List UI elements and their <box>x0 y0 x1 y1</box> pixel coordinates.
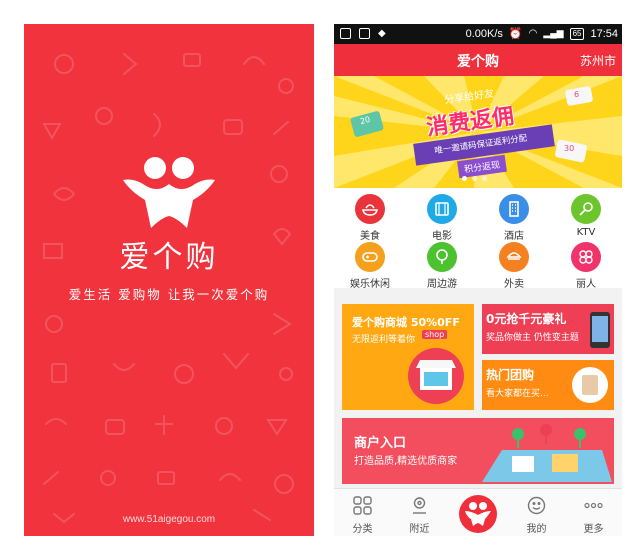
splash-app-name: 爱个购 <box>119 240 219 275</box>
promo-group-title: 热门团购 <box>486 368 535 382</box>
promo-banner[interactable]: 分享给好友 消费返佣 唯一邀请码保证返利分配 积分返现 20 30 6 <box>334 76 622 188</box>
category-label: 丽人 <box>576 279 596 290</box>
splash-screen: 爱个购 爱生活 爱购物 让我一次爱个购 www.51aigegou.com <box>24 24 314 536</box>
banner-tag-top-right: 6 <box>574 90 580 99</box>
home-screen: ◆ 0.00K/s ⏰ ◠ ▂▄▆ 65 17:54 爱个购 苏州市 分享给好友… <box>334 24 622 536</box>
film-icon <box>435 202 449 216</box>
network-speed: 0.00K/s <box>465 27 503 40</box>
map-illustration <box>482 424 612 482</box>
product-illustration <box>572 367 608 403</box>
qr-notification-icon <box>359 28 370 39</box>
category-takeaway[interactable]: 外卖 <box>478 240 550 290</box>
splash-slogan: 爱生活 爱购物 让我一次爱个购 <box>68 287 270 302</box>
splash-url: www.51aigegou.com <box>122 514 216 525</box>
grid-icon <box>353 496 372 515</box>
signal-notification-icon: ◆ <box>378 28 386 39</box>
category-label: KTV <box>576 227 596 238</box>
app-title: 爱个购 <box>457 54 499 70</box>
category-travel[interactable]: 周边游 <box>406 240 478 290</box>
logo-icon <box>465 502 491 526</box>
category-beauty[interactable]: 丽人 <box>550 240 622 290</box>
image-notification-icon <box>340 28 351 39</box>
food-icon <box>362 204 378 216</box>
promo-area: 爱个购商城 50%0FF 无限返利等着你 shop 0元抢千元豪礼 奖品你做主 … <box>334 296 622 484</box>
promo-group-card[interactable]: 热门团购 看大家都在买... <box>482 360 614 410</box>
status-bar: ◆ 0.00K/s ⏰ ◠ ▂▄▆ 65 17:54 <box>334 24 622 44</box>
promo-merchant-subtitle: 打造品质,精选优质商家 <box>354 456 458 467</box>
promo-mall-card[interactable]: 爱个购商城 50%0FF 无限返利等着你 shop <box>342 304 474 410</box>
cell-signal-icon: ▂▄▆ <box>543 28 564 38</box>
nav-home-logo[interactable] <box>459 495 497 533</box>
nav-label: 我的 <box>526 524 547 535</box>
category-entertainment[interactable]: 娱乐休闲 <box>334 240 406 290</box>
nav-category[interactable]: 分类 <box>334 489 391 536</box>
gamepad-icon <box>362 252 378 262</box>
promo-zero-subtitle: 奖品你做主 仍性变主题 <box>486 333 579 343</box>
banner-tag-right: 30 <box>564 144 575 153</box>
microphone-icon <box>579 202 593 216</box>
category-hotel[interactable]: 酒店 <box>478 192 550 242</box>
battery-level: 65 <box>569 27 585 40</box>
promo-group-subtitle: 看大家都在买... <box>486 389 549 399</box>
app-bar: 爱个购 苏州市 <box>334 44 622 76</box>
banner-pager <box>462 176 487 181</box>
category-label: 周边游 <box>427 279 457 290</box>
banner-dot[interactable] <box>482 176 487 181</box>
nav-label: 分类 <box>352 524 373 535</box>
alarm-icon: ⏰ <box>508 28 523 40</box>
promo-merchant-card[interactable]: 商户入口 打造品质,精选优质商家 <box>342 418 614 484</box>
promo-mall-title: 爱个购商城 50%0FF <box>352 316 460 329</box>
hotel-icon <box>509 201 519 217</box>
bottom-nav: 分类 附近 我的 更多 <box>334 488 622 536</box>
shop-badge: shop <box>422 330 448 339</box>
location-icon <box>413 497 426 514</box>
tree-icon <box>436 249 448 264</box>
nav-nearby[interactable]: 附近 <box>391 489 448 536</box>
app-logo-icon <box>123 157 215 228</box>
city-selector[interactable]: 苏州市 <box>580 52 616 69</box>
nav-label: 更多 <box>583 524 604 535</box>
banner-dot[interactable] <box>472 176 477 181</box>
promo-merchant-title: 商户入口 <box>354 436 407 451</box>
promo-zero-title: 0元抢千元豪礼 <box>486 312 567 326</box>
nav-label: 附近 <box>409 524 430 535</box>
promo-zero-card[interactable]: 0元抢千元豪礼 奖品你做主 仍性变主题 <box>482 304 614 354</box>
clock: 17:54 <box>590 27 618 40</box>
shop-illustration <box>408 348 464 404</box>
category-film[interactable]: 电影 <box>406 192 478 242</box>
beauty-icon <box>579 250 593 264</box>
more-dots-icon <box>584 502 603 509</box>
category-grid: 美食 电影 酒店 KTV 娱乐休闲 周边游 外卖 丽人 <box>334 188 622 290</box>
category-label: 外卖 <box>504 279 524 290</box>
takeaway-icon <box>506 252 522 260</box>
doodle-pattern <box>42 53 294 524</box>
banner-dot[interactable] <box>462 176 467 181</box>
phone-illustration <box>590 312 610 348</box>
category-ktv[interactable]: KTV <box>550 192 622 240</box>
nav-more[interactable]: 更多 <box>565 489 622 536</box>
smiley-icon <box>527 496 546 515</box>
wifi-icon: ◠ <box>528 28 538 39</box>
nav-mine[interactable]: 我的 <box>508 489 565 536</box>
category-food[interactable]: 美食 <box>334 192 406 242</box>
category-label: 娱乐休闲 <box>350 279 390 290</box>
